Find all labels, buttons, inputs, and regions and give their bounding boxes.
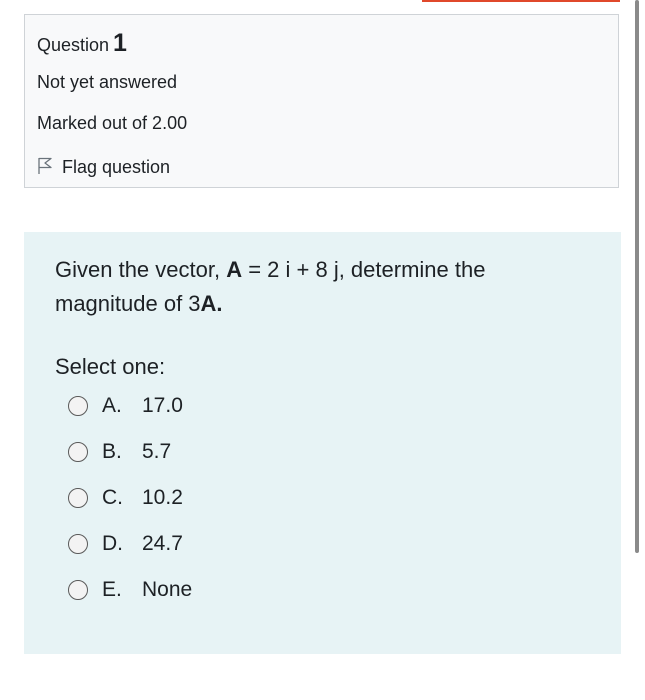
option-letter: E. [102,578,122,601]
question-state: Not yet answered [37,72,178,92]
question-content-panel: Given the vector, A = 2 i + 8 j, determi… [24,232,621,654]
option-letter: D. [102,532,123,555]
option-letter: B. [102,440,122,463]
vector-symbol: A. [200,291,223,316]
quiz-page: Question 1 Not yet answered Marked out of… [0,0,645,700]
scrollbar[interactable] [635,0,639,553]
option-letter: C. [102,486,123,509]
flag-question-label: Flag question [62,156,171,177]
answer-option-d[interactable]: D. 24.7 [68,532,183,556]
vector-symbol: A [226,257,243,282]
answer-option-b[interactable]: B. 5.7 [68,440,171,464]
question-grade: Marked out of 2.00 [37,113,188,133]
radio-button[interactable] [68,396,88,416]
flag-question-link[interactable]: Flag question [37,154,170,180]
question-info-panel: Question 1 Not yet answered Marked out of… [24,14,619,188]
radio-button[interactable] [68,580,88,600]
option-text: 5.7 [142,440,172,463]
option-text: 17.0 [142,394,183,417]
question-number: 1 [113,29,127,57]
radio-button[interactable] [68,442,88,462]
flag-icon [37,154,62,180]
radio-button[interactable] [68,488,88,508]
answer-option-a[interactable]: A. 17.0 [68,394,183,418]
question-text: Given the vector, A = 2 i + 8 j, determi… [55,253,575,321]
option-text: 10.2 [142,486,183,509]
top-accent-bar [422,0,620,2]
option-text: None [142,578,193,601]
option-letter: A. [102,394,122,417]
question-heading: Question 1 [37,29,127,58]
radio-button[interactable] [68,534,88,554]
question-text-part: Given the vector, [55,257,227,282]
question-label: Question [37,35,110,55]
option-text: 24.7 [142,532,183,555]
answer-option-c[interactable]: C. 10.2 [68,486,183,510]
answer-option-e[interactable]: E. None [68,578,192,602]
select-one-prompt: Select one: [55,354,166,379]
